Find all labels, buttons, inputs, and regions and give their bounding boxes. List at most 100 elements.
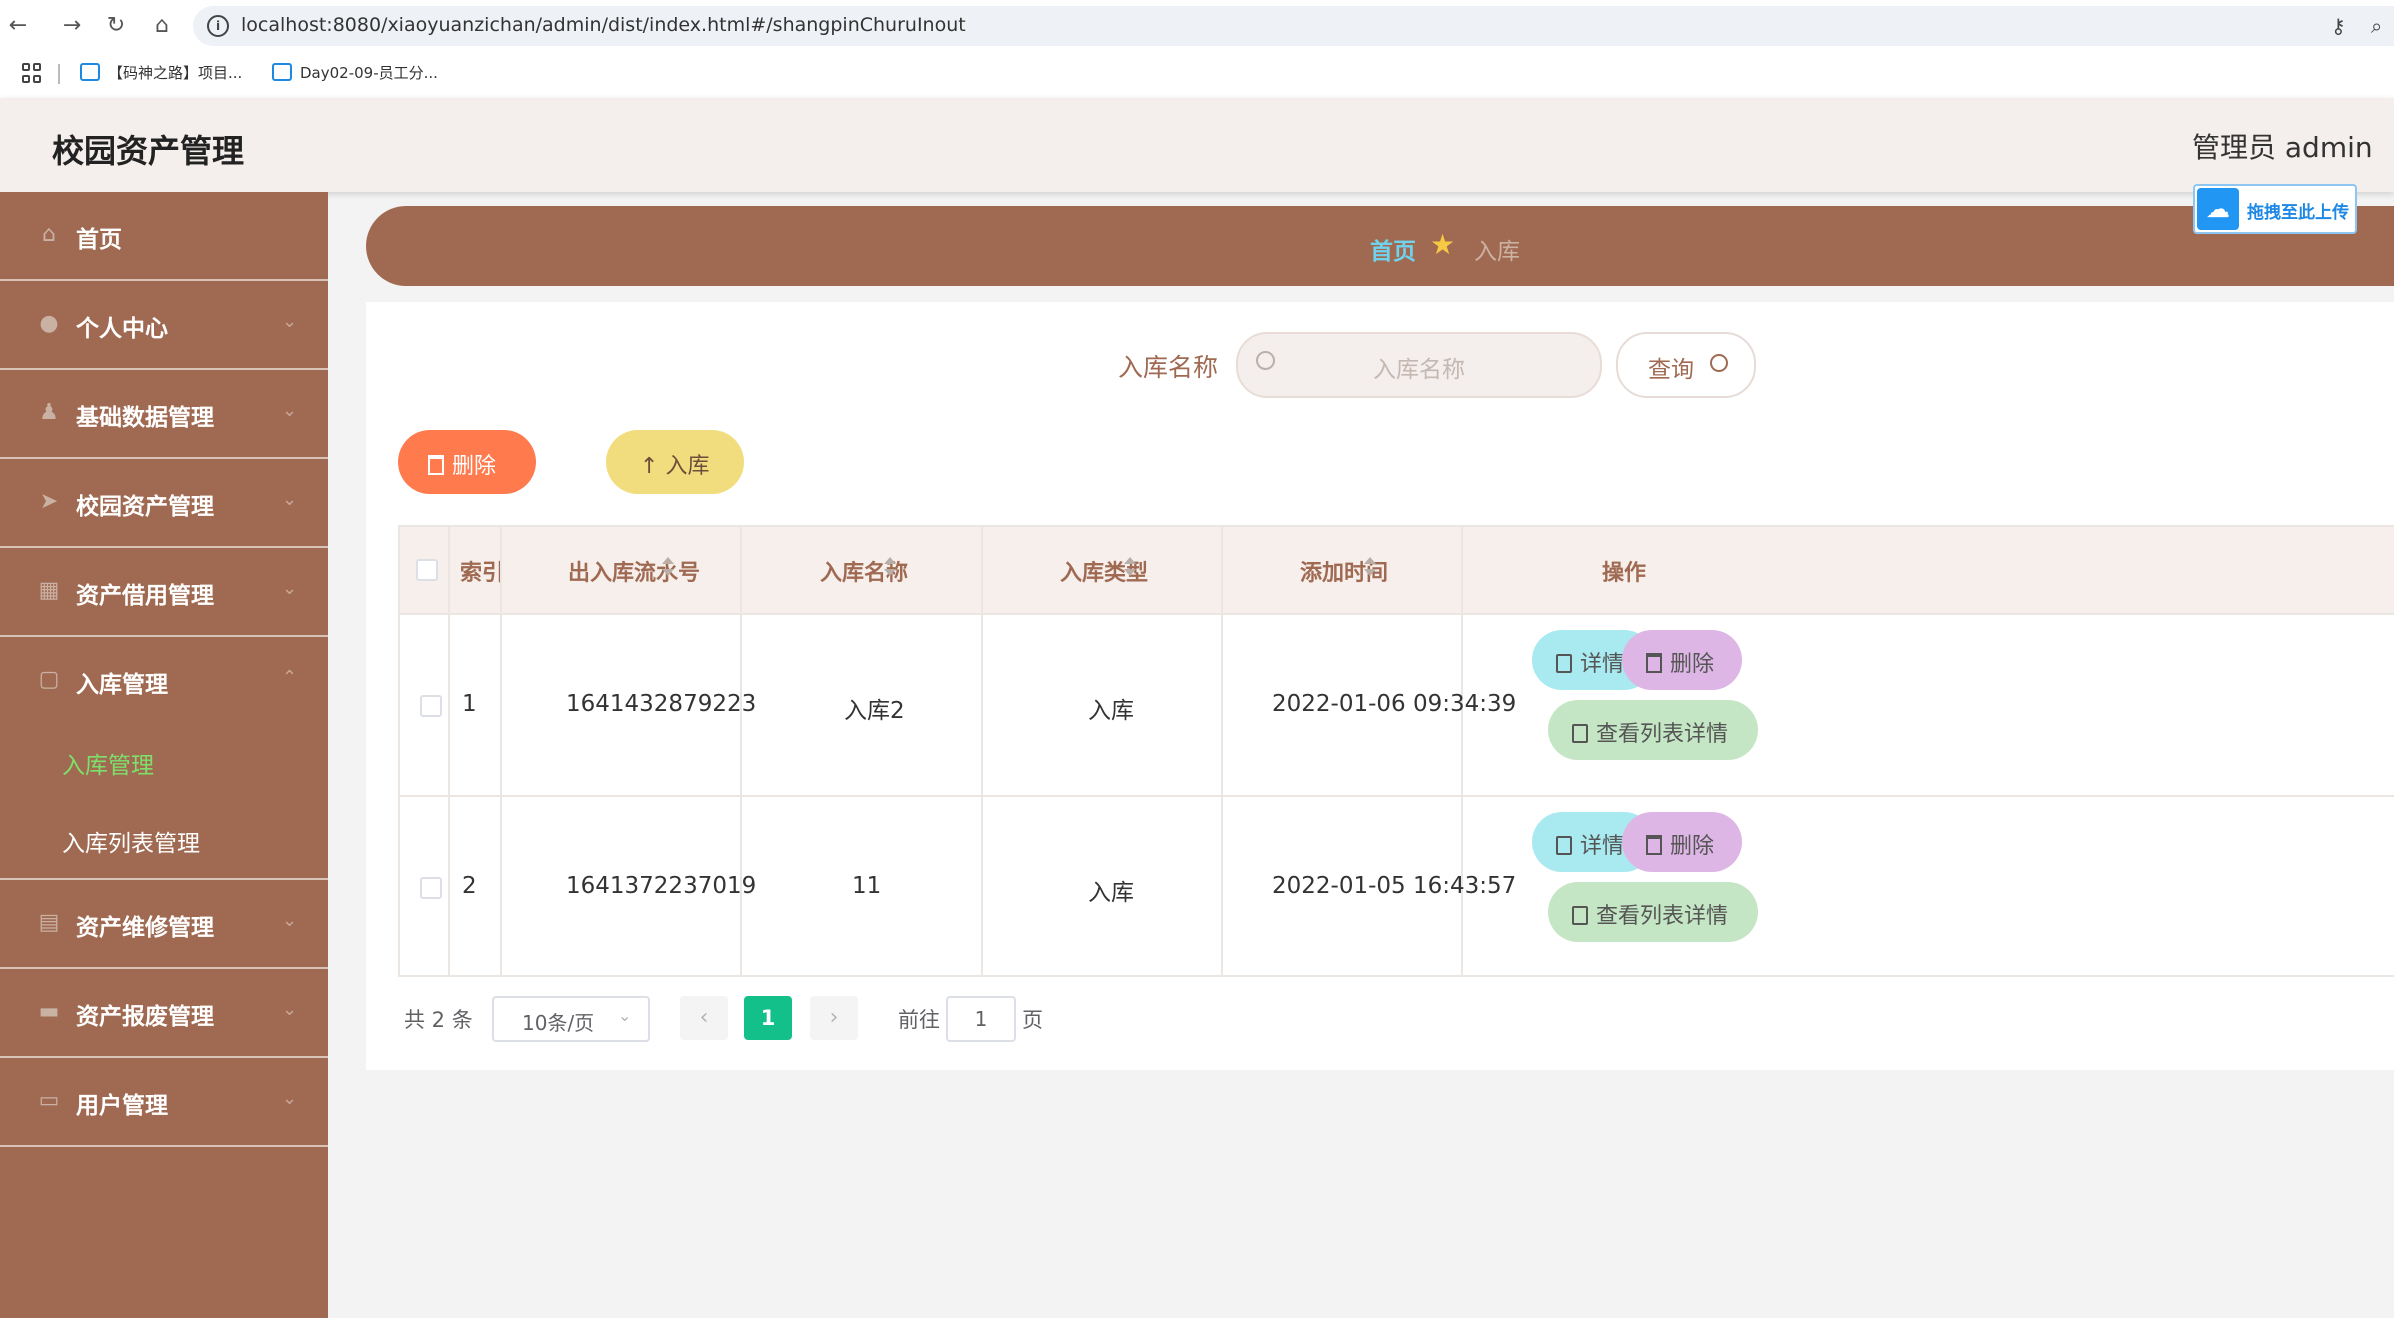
- search-icon: [1710, 354, 1728, 372]
- row-checkbox[interactable]: [420, 877, 442, 899]
- column-divider: [981, 527, 983, 977]
- cell-serial: 1641432879223: [566, 691, 757, 717]
- delete-button[interactable]: 删除: [398, 430, 536, 494]
- box-icon: ▢: [38, 667, 60, 692]
- drag-upload-widget[interactable]: ☁ 拖拽至此上传: [2193, 184, 2357, 234]
- document-icon: [1556, 654, 1572, 673]
- document-icon: [1572, 724, 1588, 743]
- cell-time: 2022-01-06 09:34:39: [1272, 691, 1517, 717]
- sidebar-item-asset-repair[interactable]: ▤ 资产维修管理 ⌄: [0, 880, 328, 969]
- sidebar-item-label: 基础数据管理: [76, 405, 214, 431]
- forward-icon[interactable]: →: [58, 12, 86, 40]
- column-header-actions: 操作: [1602, 561, 1647, 586]
- sort-icon[interactable]: [1124, 557, 1136, 579]
- bookmark-item[interactable]: Day02-09-员工分...: [272, 62, 438, 83]
- column-header-index: 索引: [460, 561, 505, 586]
- sidebar-item-user-management[interactable]: ▭ 用户管理 ⌄: [0, 1058, 328, 1147]
- sidebar-item-stock-in[interactable]: ▢ 入库管理 ⌃: [0, 637, 328, 724]
- sidebar-item-label: 资产维修管理: [76, 915, 214, 941]
- cell-index: 1: [462, 691, 477, 717]
- reload-icon[interactable]: ↻: [102, 12, 130, 40]
- chevron-down-icon: ⌄: [282, 910, 298, 931]
- goto-page-input[interactable]: 1: [946, 996, 1016, 1042]
- bookmark-separator: [58, 64, 60, 84]
- sort-icon[interactable]: [662, 557, 674, 579]
- column-header-type[interactable]: 入库类型: [984, 527, 1224, 613]
- sidebar-item-home[interactable]: ⌂ 首页: [0, 192, 328, 281]
- back-icon[interactable]: ←: [4, 12, 32, 40]
- column-header-time[interactable]: 添加时间: [1224, 527, 1464, 613]
- breadcrumb: 首页 ★ 入库: [366, 206, 2394, 286]
- address-bar[interactable]: i localhost:8080/xiaoyuanzichan/admin/di…: [193, 6, 2394, 46]
- arrow-up-icon: ↑: [640, 454, 659, 479]
- column-header-serial[interactable]: 出入库流水号: [504, 527, 744, 613]
- chevron-down-icon: ⌄: [282, 489, 298, 510]
- data-table: 索引 出入库流水号 入库名称 入库类型 添加时间 操作 1 1641432879…: [398, 525, 2394, 977]
- sort-icon[interactable]: [1364, 557, 1376, 579]
- column-divider: [740, 527, 742, 977]
- admin-user-label[interactable]: 管理员 admin: [2192, 126, 2373, 166]
- sidebar-item-label: 校园资产管理: [76, 494, 214, 520]
- prev-page-button[interactable]: ‹: [680, 996, 728, 1040]
- pagination-total: 共 2 条: [404, 1008, 473, 1032]
- sidebar-item-personal-center[interactable]: ● 个人中心 ⌄: [0, 281, 328, 370]
- url-text[interactable]: localhost:8080/xiaoyuanzichan/admin/dist…: [241, 14, 966, 36]
- page-size-select[interactable]: 10条/页 ⌄: [492, 996, 650, 1042]
- sidebar-subitem-stock-in[interactable]: 入库管理: [0, 722, 328, 800]
- chevron-down-icon: ⌄: [282, 999, 298, 1020]
- apps-icon[interactable]: [22, 63, 42, 83]
- app-title: 校园资产管理: [52, 132, 245, 170]
- cell-index: 2: [462, 873, 477, 899]
- grid-icon: ▦: [38, 578, 60, 603]
- sort-icon[interactable]: [884, 557, 896, 579]
- page-size-value: 10条/页: [522, 1011, 595, 1035]
- sidebar-subitem-label: 入库管理: [62, 753, 154, 779]
- row-delete-button[interactable]: 删除: [1622, 812, 1742, 872]
- bookmark-item[interactable]: 【码神之路】项目...: [80, 62, 242, 83]
- person-icon: ♟: [39, 400, 59, 425]
- document-icon: [1556, 836, 1572, 855]
- column-header-name[interactable]: 入库名称: [744, 527, 984, 613]
- column-divider: [1461, 527, 1463, 977]
- sidebar-item-label: 入库管理: [76, 672, 168, 698]
- page-number-current[interactable]: 1: [744, 996, 792, 1040]
- column-divider: [500, 527, 502, 977]
- document-icon: [1572, 906, 1588, 925]
- breadcrumb-home[interactable]: 首页: [1370, 232, 1416, 266]
- site-info-icon[interactable]: i: [207, 15, 229, 37]
- bookmark-favicon-icon: [272, 63, 292, 81]
- chevron-down-icon: ⌄: [282, 578, 298, 599]
- sidebar-item-asset-borrow[interactable]: ▦ 资产借用管理 ⌄: [0, 548, 328, 637]
- search-input[interactable]: 入库名称: [1236, 332, 1602, 398]
- search-label: 入库名称: [1118, 353, 1219, 382]
- stock-in-button[interactable]: ↑ 入库: [606, 430, 744, 494]
- cell-type: 入库: [1088, 698, 1134, 724]
- user-icon: ●: [39, 311, 59, 336]
- cell-name: 入库2: [844, 698, 905, 724]
- sidebar-item-basic-data[interactable]: ♟ 基础数据管理 ⌄: [0, 370, 328, 459]
- list-detail-button[interactable]: 查看列表详情: [1548, 882, 1758, 942]
- select-all-checkbox[interactable]: [416, 559, 438, 581]
- cell-name: 11: [852, 873, 882, 899]
- sidebar-item-asset-scrap[interactable]: ▬ 资产报废管理 ⌄: [0, 969, 328, 1058]
- query-button-label: 查询: [1648, 357, 1694, 383]
- sidebar-item-campus-assets[interactable]: ➤ 校园资产管理 ⌄: [0, 459, 328, 548]
- bookmarks-bar: 【码神之路】项目... Day02-09-员工分...: [0, 52, 2394, 98]
- row-divider: [400, 613, 2394, 615]
- briefcase-icon: ▬: [38, 999, 60, 1024]
- column-divider: [448, 527, 450, 977]
- sidebar-item-label: 用户管理: [76, 1093, 168, 1119]
- sidebar-subitem-stock-in-list[interactable]: 入库列表管理: [0, 800, 328, 880]
- cell-serial: 1641372237019: [566, 873, 757, 899]
- star-icon: ★: [1430, 228, 1456, 261]
- list-detail-button[interactable]: 查看列表详情: [1548, 700, 1758, 760]
- row-delete-button[interactable]: 删除: [1622, 630, 1742, 690]
- send-icon: ➤: [39, 489, 59, 514]
- zoom-icon[interactable]: ⌕: [2371, 14, 2382, 38]
- query-button[interactable]: 查询: [1616, 332, 1756, 398]
- next-page-button[interactable]: ›: [810, 996, 858, 1040]
- password-key-icon[interactable]: ⚷: [2331, 14, 2346, 38]
- row-checkbox[interactable]: [420, 695, 442, 717]
- home-browser-icon[interactable]: ⌂: [148, 12, 176, 40]
- chevron-down-icon: ⌄: [282, 1088, 298, 1109]
